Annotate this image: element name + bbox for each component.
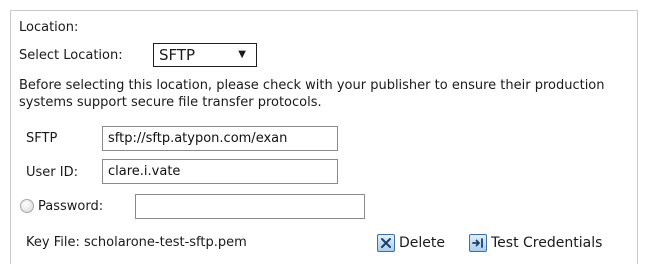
- test-credentials-label: Test Credentials: [491, 235, 603, 251]
- sftp-info-text: Before selecting this location, please c…: [19, 78, 605, 110]
- password-radio[interactable]: [20, 199, 34, 213]
- location-select-value: SFTP: [159, 46, 196, 64]
- arrow-to-line-icon: [469, 234, 487, 252]
- delete-button[interactable]: Delete: [377, 232, 445, 254]
- select-location-label: Select Location:: [19, 48, 123, 63]
- test-credentials-button[interactable]: Test Credentials: [469, 232, 602, 254]
- sftp-url-input[interactable]: [102, 126, 338, 151]
- userid-input[interactable]: [102, 159, 338, 184]
- location-panel: Location: Select Location: SFTP ▼ Before…: [10, 10, 638, 264]
- password-input[interactable]: [135, 194, 365, 219]
- sftp-label: SFTP: [26, 131, 58, 146]
- password-label: Password:: [38, 199, 104, 214]
- delete-label: Delete: [399, 235, 445, 251]
- userid-label: User ID:: [26, 165, 78, 180]
- location-select[interactable]: SFTP ▼: [153, 43, 257, 67]
- key-file-label: Key File: scholarone-test-sftp.pem: [26, 235, 247, 250]
- chevron-down-icon: ▼: [238, 49, 246, 60]
- location-heading: Location:: [19, 20, 79, 35]
- close-icon: [377, 234, 395, 252]
